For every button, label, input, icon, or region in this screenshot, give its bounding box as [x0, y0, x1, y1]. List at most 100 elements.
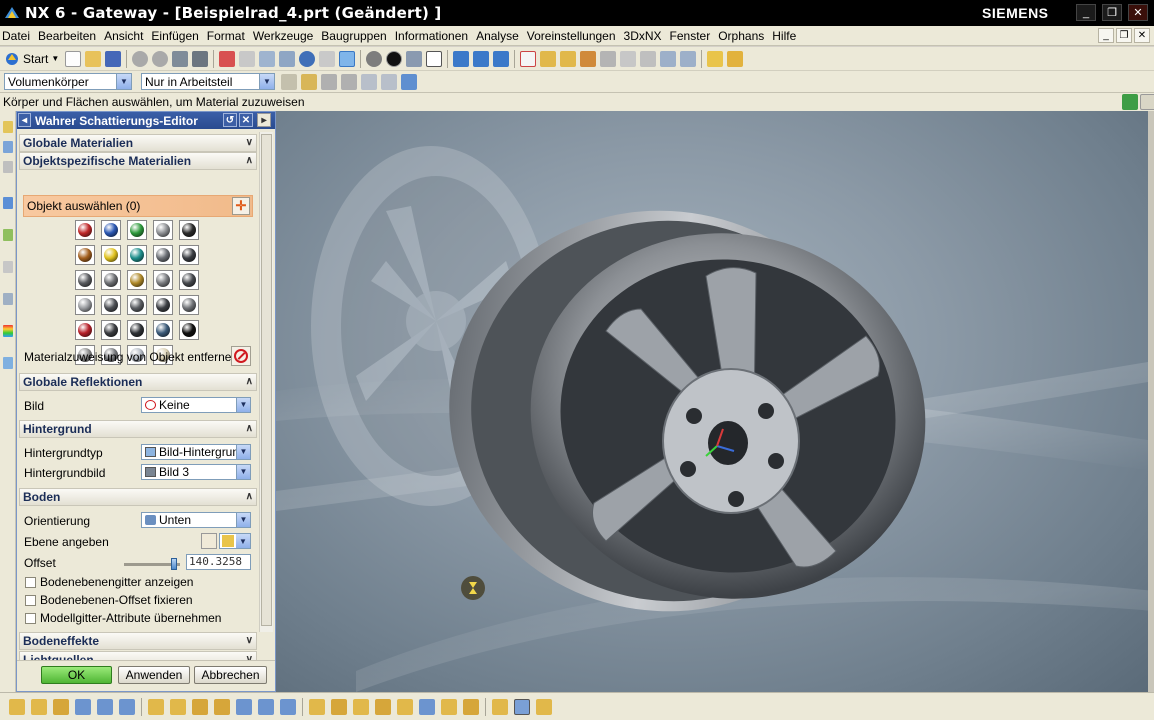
roles-icon[interactable]	[3, 357, 13, 369]
top-view-icon[interactable]	[493, 50, 510, 67]
section-object-materials[interactable]: Objektspezifische Materialien ∧	[19, 152, 257, 170]
endpoint-icon[interactable]	[560, 50, 577, 67]
apply-button[interactable]: Anwenden	[118, 666, 190, 684]
hide-icon[interactable]	[239, 50, 256, 67]
redo-icon[interactable]	[152, 50, 169, 67]
cancel-button[interactable]: Abbrechen	[194, 666, 267, 684]
reset-icon[interactable]: ↺	[223, 113, 237, 127]
pad-icon[interactable]	[214, 698, 230, 715]
menu-voreinstellungen[interactable]: Voreinstellungen	[523, 27, 620, 45]
expand-right-icon[interactable]: ▸	[257, 113, 271, 127]
fit-view-icon[interactable]	[219, 50, 236, 67]
material-swatch[interactable]	[179, 270, 199, 290]
subtract-icon[interactable]	[258, 698, 274, 715]
revolve-icon[interactable]	[53, 698, 69, 715]
zoom-icon[interactable]	[259, 50, 276, 67]
graphics-viewport[interactable]	[276, 111, 1154, 692]
orient-view-icon[interactable]	[453, 50, 470, 67]
true-shading-icon[interactable]	[386, 50, 403, 67]
rectangle-select-icon[interactable]	[361, 73, 377, 90]
rotate-icon[interactable]	[299, 50, 316, 67]
selection-scope-dropdown[interactable]: Nur in Arbeitsteil ▼	[141, 73, 275, 90]
cue-toggle-icon[interactable]	[1140, 94, 1154, 110]
ok-button[interactable]: OK	[41, 666, 112, 684]
material-swatch[interactable]	[75, 320, 95, 340]
undo-icon[interactable]	[132, 50, 149, 67]
plane-type-dropdown[interactable]: ▼	[219, 533, 251, 549]
menu-bearbeiten[interactable]: Bearbeiten	[34, 27, 100, 45]
reuse-library-icon[interactable]	[3, 197, 13, 209]
sketch-icon[interactable]	[9, 698, 25, 715]
material-swatch[interactable]	[179, 295, 199, 315]
orientation-dropdown[interactable]: Unten ▼	[141, 512, 251, 528]
menu-fenster[interactable]: Fenster	[666, 27, 715, 45]
analysis-icon[interactable]	[600, 50, 617, 67]
start-button[interactable]: Start ▼	[0, 51, 63, 67]
studio-icon[interactable]	[406, 50, 423, 67]
reflection-image-dropdown[interactable]: Keine ▼	[141, 397, 251, 413]
section-floor-effects[interactable]: Bodeneffekte ∨	[19, 632, 257, 650]
offset-input[interactable]: 140.3258	[186, 554, 251, 570]
material-swatch[interactable]	[179, 320, 199, 340]
intersect-icon[interactable]	[280, 698, 296, 715]
snap-settings-icon[interactable]	[301, 73, 317, 90]
material-swatch[interactable]	[127, 320, 147, 340]
mirror-icon[interactable]	[397, 698, 413, 715]
material-swatch[interactable]	[153, 245, 173, 265]
type-filter-dropdown[interactable]: Volumenkörper ▼	[4, 73, 132, 90]
menu-baugruppen[interactable]: Baugruppen	[317, 27, 390, 45]
section-background[interactable]: Hintergrund ∧	[19, 420, 257, 438]
chamfer-icon[interactable]	[331, 698, 347, 715]
material-swatch[interactable]	[153, 270, 173, 290]
mdi-minimize-icon[interactable]: _	[1098, 28, 1114, 43]
menu-datei[interactable]: Datei	[0, 27, 34, 45]
menu-3dxnx[interactable]: 3DxNX	[620, 27, 666, 45]
cylinder-icon[interactable]	[97, 698, 113, 715]
iso-view-icon[interactable]	[473, 50, 490, 67]
close-icon[interactable]: ✕	[1128, 4, 1148, 21]
material-swatch[interactable]	[127, 295, 147, 315]
color-palette-icon[interactable]	[3, 325, 13, 337]
menu-hilfe[interactable]: Hilfe	[768, 27, 800, 45]
blend-icon[interactable]	[309, 698, 325, 715]
section-global-reflections[interactable]: Globale Reflektionen ∧	[19, 373, 257, 391]
material-swatch[interactable]	[75, 220, 95, 240]
material-swatch[interactable]	[127, 245, 147, 265]
crosshair-select-icon[interactable]: ✛	[232, 197, 250, 215]
section-floor[interactable]: Boden ∧	[19, 488, 257, 506]
wcs-icon[interactable]	[520, 50, 537, 67]
menu-orphans[interactable]: Orphans	[714, 27, 768, 45]
new-file-icon[interactable]	[65, 50, 82, 67]
material-swatch[interactable]	[101, 245, 121, 265]
background-type-dropdown[interactable]: Bild-Hintergrund ▼	[141, 444, 251, 460]
filter-settings-icon[interactable]	[281, 73, 297, 90]
menu-einfuegen[interactable]: Einfügen	[147, 27, 202, 45]
part-navigator-icon[interactable]	[3, 161, 13, 173]
lasso-select-icon[interactable]	[381, 73, 397, 90]
material-swatch[interactable]	[127, 270, 147, 290]
mdi-restore-icon[interactable]: ❐	[1116, 28, 1132, 43]
menu-werkzeuge[interactable]: Werkzeuge	[249, 27, 317, 45]
material-swatch[interactable]	[179, 220, 199, 240]
material-swatch[interactable]	[75, 295, 95, 315]
pan-icon[interactable]	[319, 50, 336, 67]
menu-analyse[interactable]: Analyse	[472, 27, 523, 45]
layout-icon[interactable]	[426, 50, 443, 67]
shaded-view-icon[interactable]	[339, 50, 356, 67]
select-object-row[interactable]: Objekt auswählen (0) ✛	[23, 195, 253, 217]
minimize-icon[interactable]: _	[1076, 4, 1096, 21]
surface-icon[interactable]	[727, 50, 744, 67]
unite-icon[interactable]	[236, 698, 252, 715]
snap-point-icon[interactable]	[540, 50, 557, 67]
material-swatch[interactable]	[153, 320, 173, 340]
extrude-icon[interactable]	[31, 698, 47, 715]
cone-icon[interactable]	[119, 698, 135, 715]
plane-dialog-icon[interactable]	[201, 533, 217, 549]
deselect-icon[interactable]	[341, 73, 357, 90]
material-swatch[interactable]	[75, 245, 95, 265]
constraint-navigator-icon[interactable]	[3, 141, 13, 153]
pocket-icon[interactable]	[192, 698, 208, 715]
background-image-dropdown[interactable]: Bild 3 ▼	[141, 464, 251, 480]
material-swatch[interactable]	[101, 270, 121, 290]
checkbox-fix-floor-offset[interactable]	[25, 595, 36, 606]
